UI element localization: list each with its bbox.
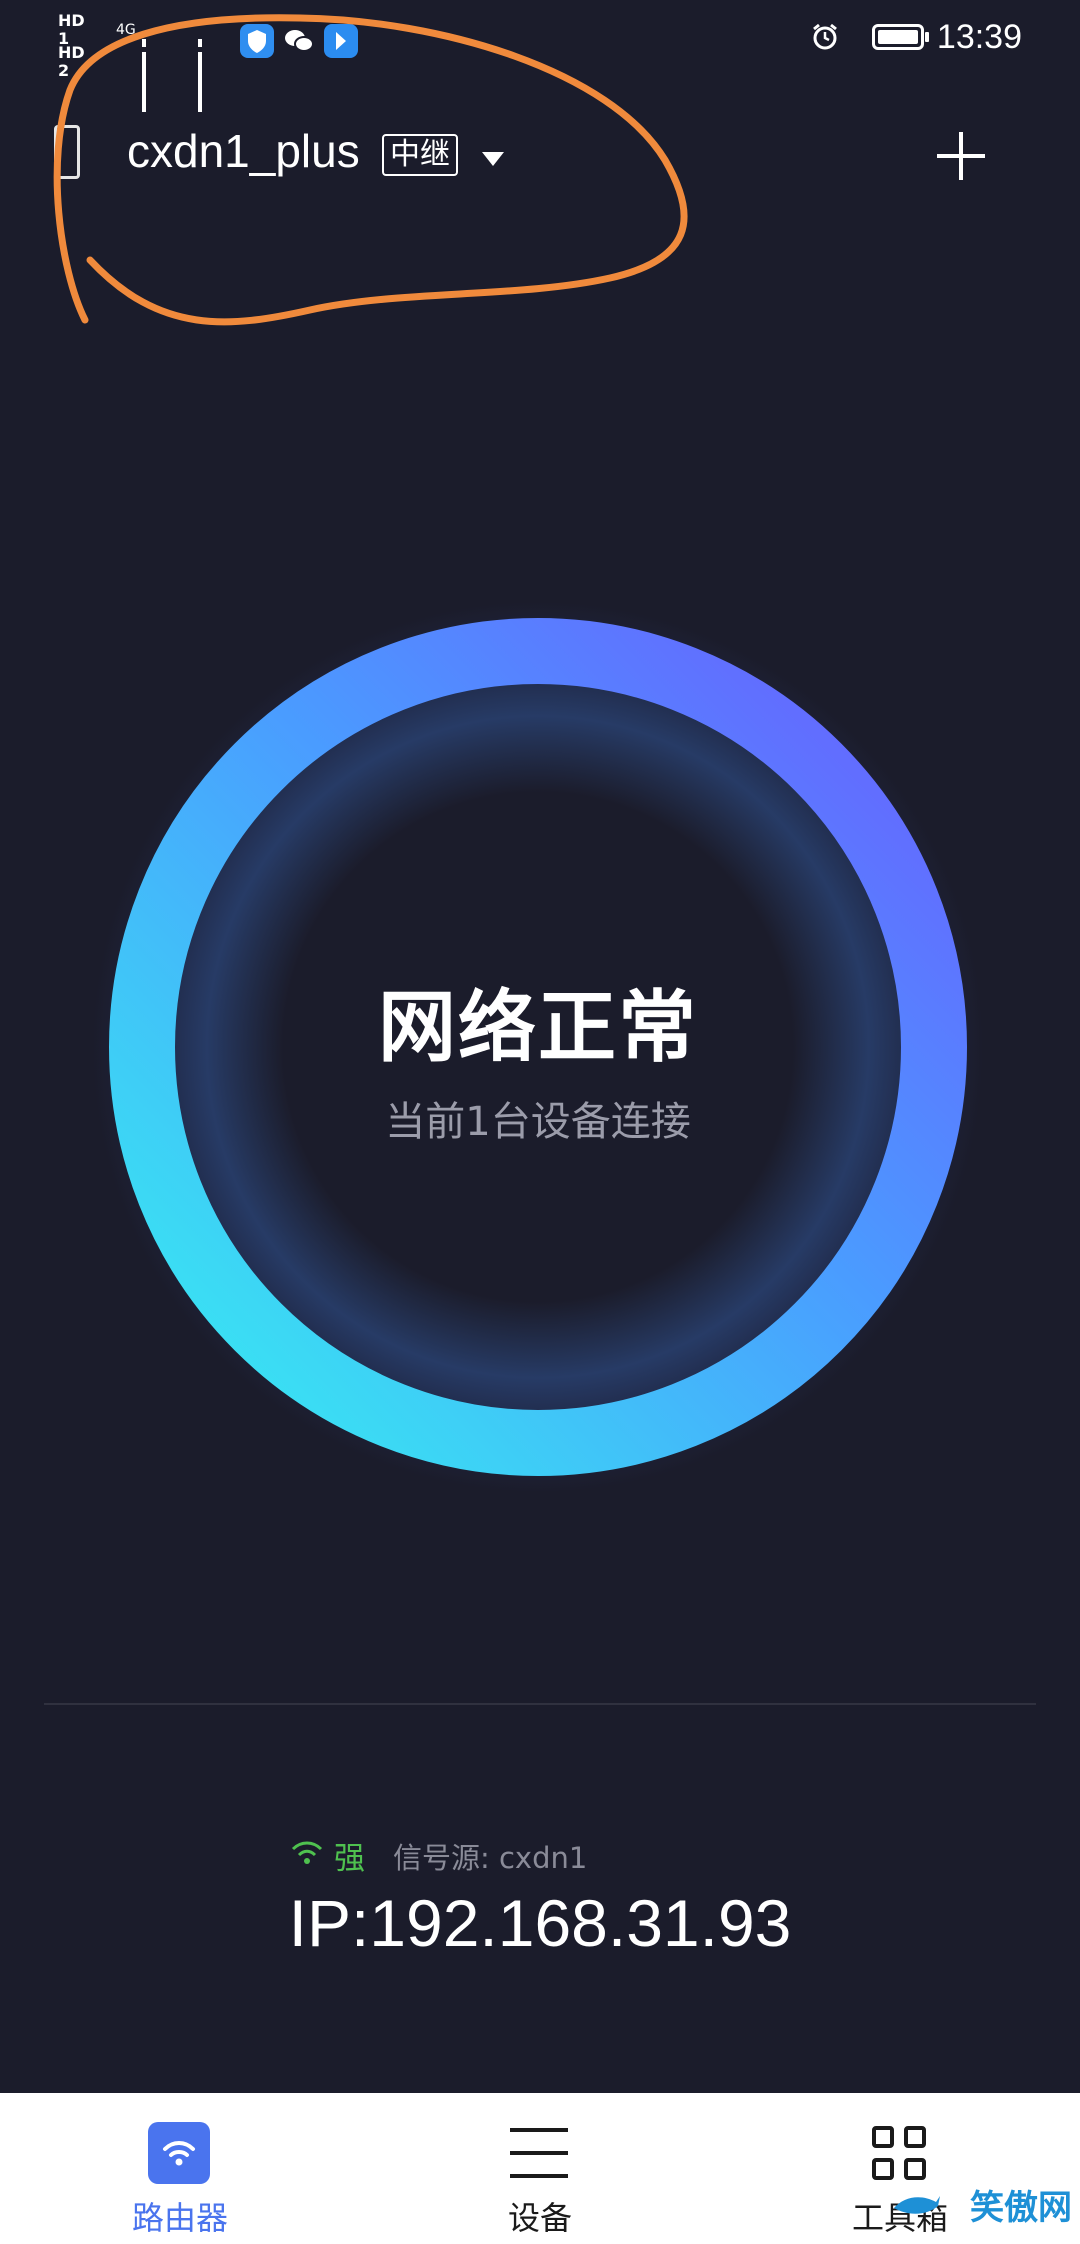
divider: [44, 1703, 1036, 1705]
status-bar: HD 1 HD 2 4G 13:39: [0, 0, 1080, 112]
wechat-icon: [282, 24, 316, 58]
nav-devices[interactable]: 设备: [440, 2093, 640, 2244]
watermark-text: 笑傲网: [970, 2188, 1072, 2228]
list-icon: [508, 2122, 570, 2184]
network-type-label: 4G: [116, 22, 136, 38]
status-right: 13:39: [742, 18, 1022, 62]
dropdown-arrow-icon[interactable]: [482, 152, 504, 166]
shark-logo-icon: [892, 2186, 942, 2226]
hd2-label: HD 2: [58, 43, 85, 80]
add-icon[interactable]: [937, 132, 985, 180]
network-status-title: 网络正常: [377, 983, 698, 1073]
connected-devices-text: 当前1台设备连接: [385, 1099, 691, 1145]
network-status-ring: 网络正常 当前1台设备连接: [88, 597, 988, 1497]
phone-icon[interactable]: [54, 125, 80, 179]
wifi-icon: [148, 2122, 210, 2184]
clock-time: 13:39: [936, 18, 1022, 56]
mode-badge: 中继: [382, 134, 458, 176]
app-notification-icon: [324, 24, 358, 58]
alarm-clock-icon: [810, 22, 840, 52]
nav-devices-label: 设备: [507, 2199, 572, 2237]
router-name[interactable]: cxdn1_plus: [127, 124, 360, 178]
app-header: cxdn1_plus 中继: [0, 110, 1080, 210]
ip-address: IP:192.168.31.93: [288, 1886, 792, 1960]
signal-bars-icon: [198, 28, 204, 112]
nav-router-label: 路由器: [131, 2199, 228, 2237]
grid-icon: [868, 2122, 930, 2184]
battery-icon: [872, 24, 929, 50]
signal-bars-icon: [142, 28, 148, 112]
watermark: 笑傲网: [892, 2178, 1072, 2238]
signal-strength: 强: [334, 1841, 365, 1877]
shield-app-icon: [240, 24, 274, 58]
nav-router[interactable]: 路由器: [80, 2093, 280, 2244]
wifi-signal-icon: [290, 1839, 324, 1867]
signal-source: 信号源: cxdn1: [393, 1841, 588, 1875]
signal-info: 强 信号源: cxdn1: [290, 1833, 690, 1877]
